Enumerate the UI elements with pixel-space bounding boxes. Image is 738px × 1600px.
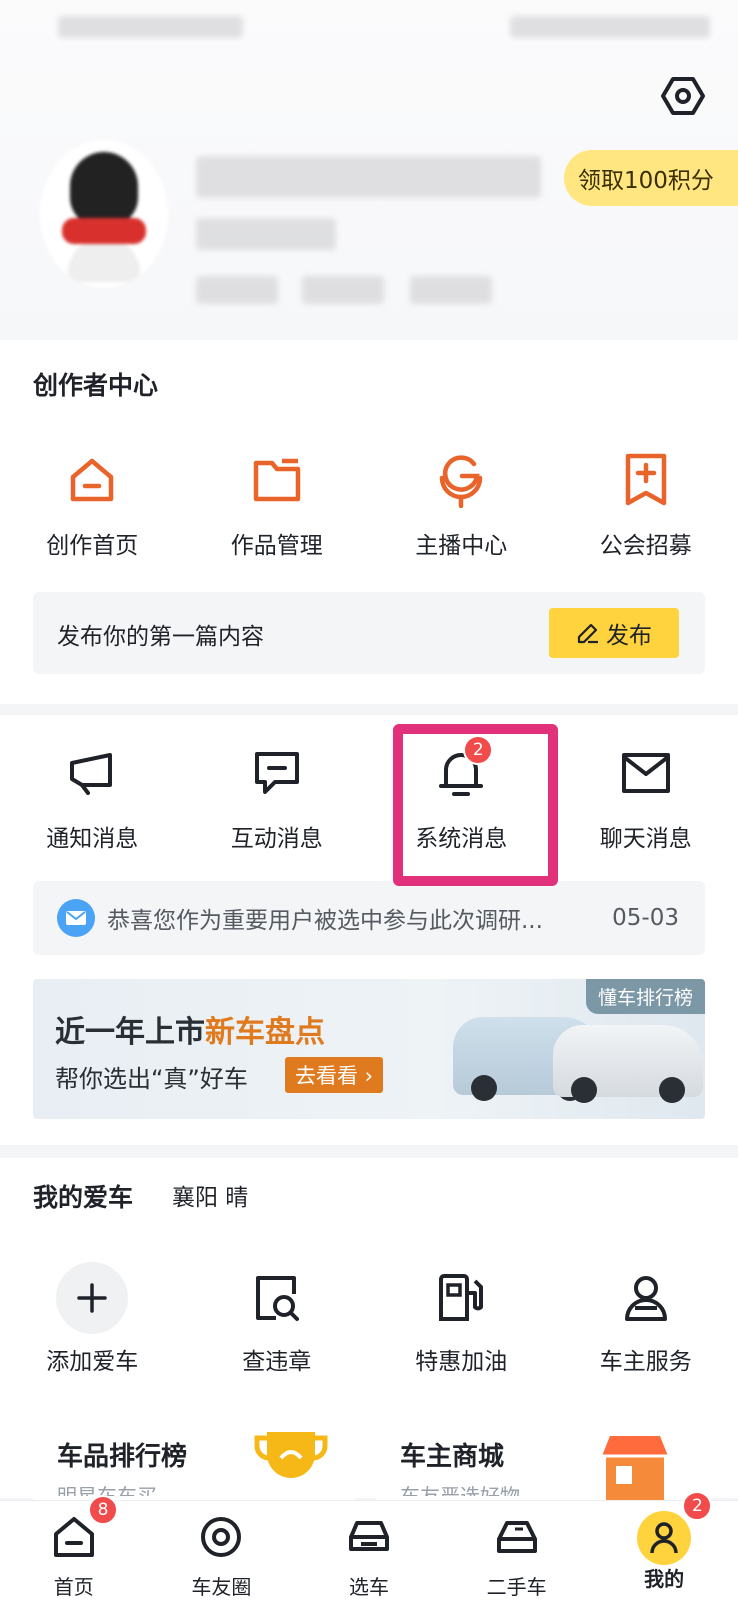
publish-prompt: 发布你的第一篇内容 [57,624,264,650]
microphone-icon [440,455,483,508]
message-item-label: 系统消息 [415,826,508,852]
message-item-system[interactable]: 2 系统消息 [369,735,554,853]
settings-button[interactable] [655,72,711,120]
home-icon [53,1517,94,1557]
tab-label: 首页 [53,1575,94,1599]
creator-item-label: 创作首页 [46,533,139,559]
car-item-fuel[interactable]: 特惠加油 [369,1262,554,1376]
tab-car-circle[interactable]: 车友圈 [148,1501,296,1600]
shop-icon [602,1436,668,1500]
circle-icon [201,1517,242,1557]
claim-points-button[interactable]: 领取100积分 [564,150,738,206]
tab-choose-car[interactable]: 选车 [295,1501,443,1600]
messages-card: 通知消息 互动消息 2 系统消息 聊天消息 恭喜您作为重要用户被选中参与此次调研… [0,715,738,1145]
banner-tag: 懂车排行榜 [585,979,705,1014]
fuel-pump-icon [439,1274,484,1321]
creator-item-label: 主播中心 [415,533,508,559]
publish-button[interactable]: 发布 [549,608,679,658]
creator-item-guild[interactable]: 公会招募 [554,448,738,560]
search-doc-icon [255,1276,299,1321]
publish-button-label: 发布 [606,623,652,649]
creator-center-card: 创作者中心 创作首页 作品管理 主播中心 公会招募 发布你的第一篇内容 发布 [0,340,738,704]
banner-subline: 帮你选出“真”好车 [55,1065,248,1093]
bottom-tab-bar: 8 首页 车友圈 选车 二手车 2 我的 [0,1491,738,1600]
profile-header: 领取100积分 [0,0,738,340]
creator-item-label: 公会招募 [599,533,692,559]
banner-cta-button[interactable]: 去看看 › [285,1057,384,1093]
user-service-icon [624,1276,667,1321]
mail-icon [57,899,95,937]
car-image [553,1025,703,1103]
tab-me[interactable]: 2 我的 [590,1491,738,1600]
tab-badge: 2 [682,1491,713,1521]
publish-bar: 发布你的第一篇内容 发布 [33,592,705,674]
pencil-icon [577,623,598,644]
bookmark-plus-icon [625,453,666,506]
car-item-label: 特惠加油 [415,1349,508,1375]
user-badge-blurred [196,218,336,250]
promo-card-subtitle: 明星车车买 [57,1484,157,1496]
message-item-interaction[interactable]: 互动消息 [185,741,370,853]
car-item-label: 车主服务 [599,1349,692,1375]
tab-label: 选车 [348,1575,389,1599]
car-services-grid: 添加爱车 查违章 特惠加油 车主服务 [0,1262,738,1376]
creator-home-icon [71,458,114,502]
tab-badge: 8 [88,1495,118,1525]
stat-blurred [302,276,384,304]
notice-text: 恭喜您作为重要用户被选中参与此次调研... [107,908,543,934]
profile-icon [650,1522,678,1554]
promo-card-mall[interactable]: 车主商城 车友严选好物 [376,1420,698,1500]
car-icon [348,1521,389,1551]
promo-card-title: 车品排行榜 [57,1442,188,1472]
tab-home[interactable]: 8 首页 [0,1495,148,1600]
megaphone-icon [70,753,113,795]
plus-icon [77,1283,107,1313]
unread-badge: 2 [463,735,494,765]
banner-headline: 近一年上市新车盘点 [55,1015,325,1050]
creator-item-works[interactable]: 作品管理 [185,448,370,560]
promo-card-ranking[interactable]: 车品排行榜 明星车车买 [33,1420,355,1500]
tab-label: 我的 [644,1567,685,1591]
section-title: 我的爱车 [33,1183,134,1212]
city-weather: 襄阳 晴 [172,1185,249,1211]
status-bar-left [58,16,243,38]
creator-item-label: 作品管理 [230,533,323,559]
car-item-owner-service[interactable]: 车主服务 [554,1262,738,1376]
creator-item-home[interactable]: 创作首页 [0,448,185,560]
stat-blurred [410,276,492,304]
message-item-label: 聊天消息 [599,826,692,852]
new-car-banner[interactable]: 懂车排行榜 近一年上市新车盘点 帮你选出“真”好车 去看看 › [33,979,705,1119]
tab-label: 二手车 [486,1575,547,1599]
promo-card-subtitle: 车友严选好物 [400,1484,520,1496]
used-car-icon [496,1521,537,1553]
hex-settings-icon [661,77,705,115]
username-blurred [196,156,541,198]
message-item-chat[interactable]: 聊天消息 [554,741,738,853]
message-item-notice[interactable]: 通知消息 [0,741,185,853]
chat-bubble-icon [254,752,299,794]
tab-used-car[interactable]: 二手车 [443,1501,591,1600]
message-item-label: 通知消息 [46,826,139,852]
trophy-icon [254,1432,328,1478]
car-item-label: 添加爱车 [46,1349,139,1375]
notice-bar[interactable]: 恭喜您作为重要用户被选中参与此次调研... 05-03 [33,881,705,955]
status-bar-right [510,16,710,38]
notice-date: 05-03 [612,905,679,931]
car-item-label: 查违章 [242,1349,312,1375]
envelope-icon [621,753,670,793]
message-item-label: 互动消息 [230,826,323,852]
section-title: 创作者中心 [33,371,159,400]
creator-item-streamer[interactable]: 主播中心 [369,448,554,560]
car-item-add[interactable]: 添加爱车 [0,1262,185,1376]
creator-grid: 创作首页 作品管理 主播中心 公会招募 [0,448,738,560]
avatar[interactable] [40,140,168,288]
folder-icon [253,458,300,502]
promo-card-title: 车主商城 [400,1442,505,1472]
messages-grid: 通知消息 互动消息 2 系统消息 聊天消息 [0,735,738,853]
tab-label: 车友圈 [191,1575,252,1599]
stat-blurred [196,276,278,304]
car-item-violation[interactable]: 查违章 [185,1262,370,1376]
